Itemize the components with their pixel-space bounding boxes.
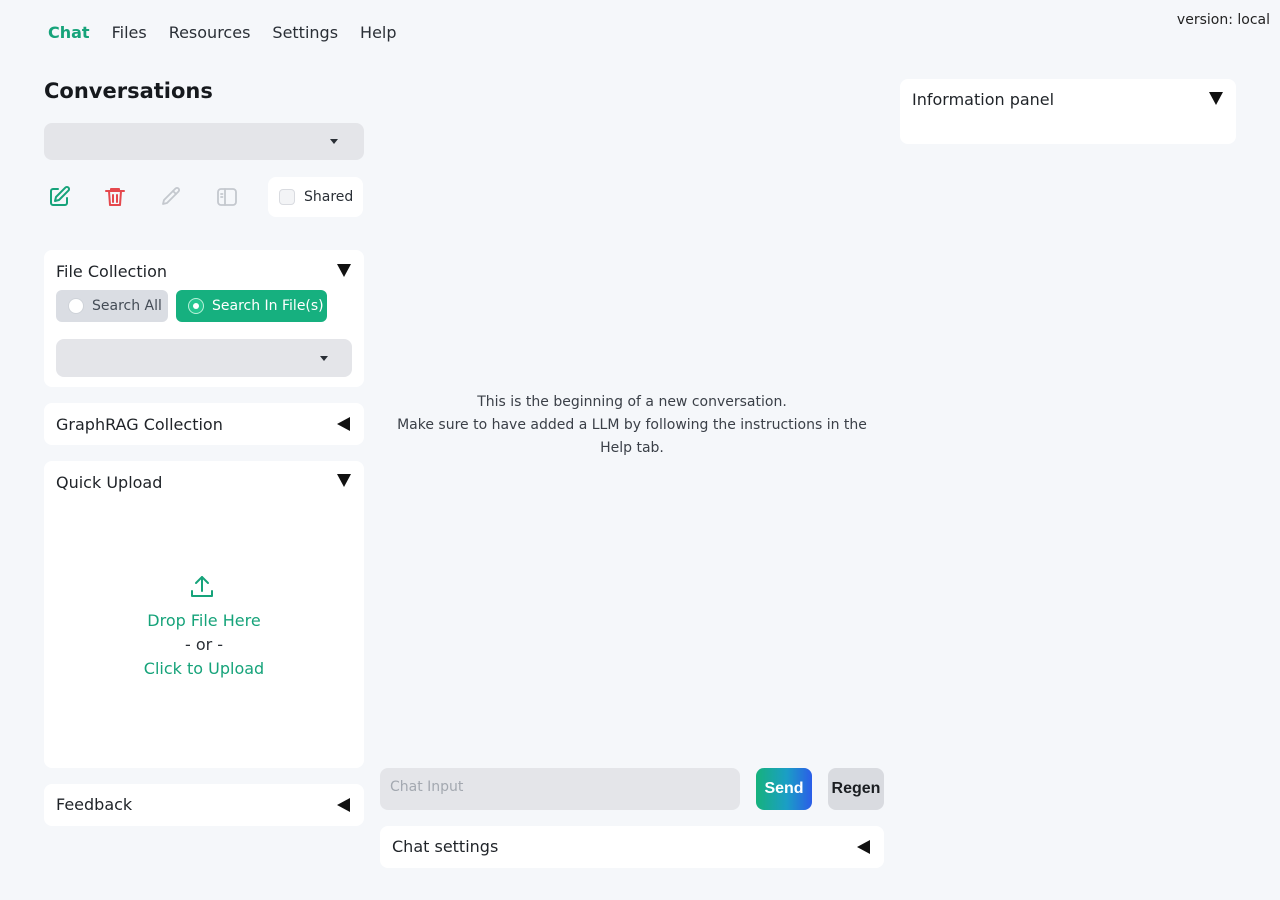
toggle-sidebar-button[interactable]	[215, 185, 239, 209]
collapse-triangle-icon[interactable]	[1209, 92, 1223, 105]
file-collection-title: File Collection	[56, 262, 167, 281]
conversation-select[interactable]	[44, 123, 364, 160]
pencil-icon	[162, 187, 180, 205]
drop-file-text: Drop File Here	[147, 611, 261, 630]
tab-chat[interactable]: Chat	[48, 22, 90, 44]
file-collection-panel: File Collection Search All Search In Fil…	[44, 250, 364, 387]
top-nav: Chat Files Resources Settings Help	[48, 22, 419, 44]
chat-settings-title: Chat settings	[392, 837, 499, 856]
sidebar-toggle-icon	[217, 188, 237, 206]
rename-conversation-button[interactable]	[159, 185, 183, 209]
chevron-down-icon	[320, 355, 328, 361]
radio-search-in-files-label: Search In File(s)	[212, 298, 324, 314]
radio-search-in-files[interactable]: Search In File(s)	[176, 290, 327, 322]
new-conversation-button[interactable]	[47, 185, 71, 209]
feedback-title: Feedback	[56, 795, 133, 814]
expand-triangle-icon[interactable]	[337, 798, 350, 812]
graphrag-collection-title: GraphRAG Collection	[56, 415, 223, 434]
radio-icon	[68, 298, 84, 314]
feedback-panel[interactable]: Feedback	[44, 784, 364, 826]
checkbox-icon[interactable]	[279, 189, 295, 205]
file-select[interactable]	[56, 339, 352, 377]
conversations-title: Conversations	[44, 79, 213, 103]
collapse-triangle-icon[interactable]	[337, 474, 351, 487]
tab-settings[interactable]: Settings	[272, 22, 338, 44]
edit-square-icon	[50, 186, 70, 206]
delete-conversation-button[interactable]	[103, 185, 127, 209]
quick-upload-panel: Quick Upload Drop File Here - or - Click…	[44, 461, 364, 768]
chat-settings-panel[interactable]: Chat settings	[380, 826, 884, 868]
upload-icon	[191, 576, 213, 597]
version-label: version: local	[1176, 12, 1270, 28]
radio-search-all[interactable]: Search All	[56, 290, 168, 322]
regen-button[interactable]: Regen	[828, 768, 884, 810]
chevron-down-icon	[330, 139, 338, 144]
collapse-triangle-icon[interactable]	[337, 264, 351, 277]
or-text: - or -	[184, 635, 224, 654]
radio-search-all-label: Search All	[92, 298, 162, 314]
tab-resources[interactable]: Resources	[169, 22, 251, 44]
information-panel: Information panel	[900, 79, 1236, 144]
shared-label: Shared	[304, 189, 354, 205]
expand-triangle-icon[interactable]	[857, 840, 870, 854]
expand-triangle-icon[interactable]	[337, 417, 350, 431]
empty-conversation-line-1: This is the beginning of a new conversat…	[477, 394, 787, 410]
click-to-upload-text: Click to Upload	[143, 659, 265, 678]
tab-files[interactable]: Files	[112, 22, 147, 44]
empty-conversation-line-2: Make sure to have added a LLM by followi…	[397, 417, 867, 456]
trash-icon	[105, 188, 125, 206]
tab-help[interactable]: Help	[360, 22, 396, 44]
send-button[interactable]: Send	[756, 768, 812, 810]
chat-input[interactable]	[380, 768, 740, 810]
graphrag-collection-panel[interactable]: GraphRAG Collection	[44, 403, 364, 445]
quick-upload-title: Quick Upload	[56, 473, 163, 492]
shared-checkbox[interactable]: Shared	[268, 177, 363, 217]
information-panel-title: Information panel	[912, 90, 1055, 109]
radio-selected-icon	[188, 298, 204, 314]
upload-dropzone[interactable]: Drop File Here - or - Click to Upload	[44, 561, 364, 681]
